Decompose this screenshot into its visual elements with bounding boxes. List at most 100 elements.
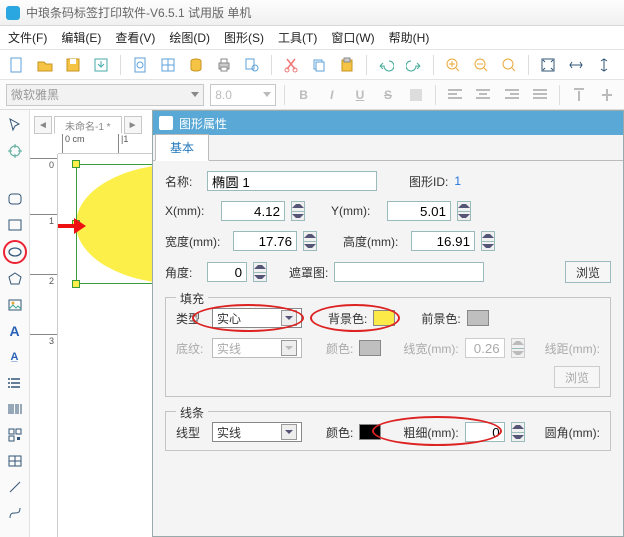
menu-edit[interactable]: 编辑(E) (61, 29, 101, 46)
handle-bl[interactable] (72, 280, 80, 288)
open-icon[interactable] (34, 54, 56, 76)
line-weight-input[interactable] (465, 422, 505, 442)
font-family-select[interactable]: 微软雅黑 (6, 84, 204, 106)
document-tab[interactable]: 未命名-1 * (54, 116, 122, 134)
text-tool-icon[interactable]: A (4, 320, 26, 342)
tab-scroll-left[interactable]: ◄ (34, 116, 52, 134)
barcode-tool-icon[interactable] (4, 398, 26, 420)
y-input[interactable] (387, 201, 451, 221)
cut-icon[interactable] (280, 54, 302, 76)
w-input[interactable] (233, 231, 297, 251)
menu-tool[interactable]: 工具(T) (278, 29, 317, 46)
angle-input[interactable] (207, 262, 247, 282)
line-weight-spin[interactable] (511, 422, 525, 442)
line-color-swatch[interactable] (359, 424, 381, 440)
rect-tool-icon[interactable] (4, 214, 26, 236)
richtext-tool-icon[interactable]: A̲ (4, 346, 26, 368)
menu-file[interactable]: 文件(F) (8, 29, 47, 46)
fit-width-icon[interactable] (565, 54, 587, 76)
doc-settings-icon[interactable] (129, 54, 151, 76)
handle-tl[interactable] (72, 160, 80, 168)
name-input[interactable] (207, 171, 377, 191)
fill-group: 填充 类型 实心 背景色: 前景色: 底纹: 实线 颜色: (165, 297, 611, 397)
valign-mid-icon[interactable] (596, 84, 618, 106)
grid-icon[interactable] (157, 54, 179, 76)
valign-top-icon[interactable] (568, 84, 590, 106)
menu-view[interactable]: 查看(V) (115, 29, 155, 46)
fg-color-label: 前景色: (421, 310, 460, 327)
text-toolbar: 微软雅黑 8.0 B I U S (0, 80, 624, 110)
id-value: 1 (454, 174, 461, 188)
strike-button[interactable]: S (377, 84, 399, 106)
polygon-tool-icon[interactable] (4, 268, 26, 290)
table-tool-icon[interactable] (4, 450, 26, 472)
tab-basic[interactable]: 基本 (155, 134, 209, 161)
italic-button[interactable]: I (321, 84, 343, 106)
app-logo-icon (6, 6, 20, 20)
w-spin[interactable] (303, 231, 317, 251)
menu-window[interactable]: 窗口(W) (331, 29, 374, 46)
bg-color-swatch[interactable] (373, 310, 395, 326)
main-toolbar (0, 50, 624, 80)
rect-round-tool-icon[interactable] (4, 188, 26, 210)
fill-type-combo[interactable]: 实心 (212, 308, 302, 328)
angle-label: 角度: (165, 264, 201, 281)
pointer-tool-icon[interactable] (4, 114, 26, 136)
window-title: 中琅条码标签打印软件-V6.5.1 试用版 单机 (26, 4, 251, 21)
x-label: X(mm): (165, 204, 215, 218)
pattern-color-label: 颜色: (326, 340, 353, 357)
ellipse-tool-icon[interactable] (3, 240, 27, 264)
align-left-icon[interactable] (444, 84, 466, 106)
linewidth-spin (511, 338, 525, 358)
y-spin[interactable] (457, 201, 471, 221)
undo-icon[interactable] (375, 54, 397, 76)
paste-icon[interactable] (336, 54, 358, 76)
export-icon[interactable] (90, 54, 112, 76)
fit-height-icon[interactable] (593, 54, 615, 76)
save-icon[interactable] (62, 54, 84, 76)
angle-spin[interactable] (253, 262, 267, 282)
linedist-label: 线距(mm): (545, 340, 600, 357)
align-justify-icon[interactable] (529, 84, 551, 106)
underline-button[interactable]: U (349, 84, 371, 106)
line-legend: 线条 (176, 404, 208, 421)
mask-input[interactable] (334, 262, 484, 282)
print-icon[interactable] (213, 54, 235, 76)
zoom-out-icon[interactable] (470, 54, 492, 76)
tab-scroll-right[interactable]: ► (124, 116, 142, 134)
properties-titlebar: 图形属性 (153, 111, 623, 135)
x-input[interactable] (221, 201, 285, 221)
w-label: 宽度(mm): (165, 233, 227, 250)
image-tool-icon[interactable] (4, 294, 26, 316)
fit-icon[interactable] (537, 54, 559, 76)
align-right-icon[interactable] (500, 84, 522, 106)
linewidth-label: 线宽(mm): (403, 340, 458, 357)
qrcode-tool-icon[interactable] (4, 424, 26, 446)
menu-help[interactable]: 帮助(H) (389, 29, 430, 46)
copy-icon[interactable] (308, 54, 330, 76)
redo-icon[interactable] (403, 54, 425, 76)
bold-button[interactable]: B (293, 84, 315, 106)
menubar: 文件(F) 编辑(E) 查看(V) 绘图(D) 图形(S) 工具(T) 窗口(W… (0, 26, 624, 50)
line-tool-icon[interactable] (4, 476, 26, 498)
menu-shape[interactable]: 图形(S) (224, 29, 264, 46)
browse-button[interactable]: 浏览 (565, 261, 611, 283)
line-type-combo[interactable]: 实线 (212, 422, 302, 442)
h-spin[interactable] (481, 231, 495, 251)
font-size-select[interactable]: 8.0 (210, 84, 275, 106)
fill-browse-button: 浏览 (554, 366, 600, 388)
zoom-reset-icon[interactable] (498, 54, 520, 76)
preview-icon[interactable] (241, 54, 263, 76)
fg-color-swatch[interactable] (467, 310, 489, 326)
menu-draw[interactable]: 绘图(D) (169, 29, 210, 46)
curve-tool-icon[interactable] (4, 502, 26, 524)
zoom-in-icon[interactable] (442, 54, 464, 76)
new-icon[interactable] (6, 54, 28, 76)
font-color-button[interactable] (405, 84, 427, 106)
align-center-icon[interactable] (472, 84, 494, 106)
h-input[interactable] (411, 231, 475, 251)
list-tool-icon[interactable] (4, 372, 26, 394)
target-tool-icon[interactable] (4, 140, 26, 162)
x-spin[interactable] (291, 201, 305, 221)
db-icon[interactable] (185, 54, 207, 76)
